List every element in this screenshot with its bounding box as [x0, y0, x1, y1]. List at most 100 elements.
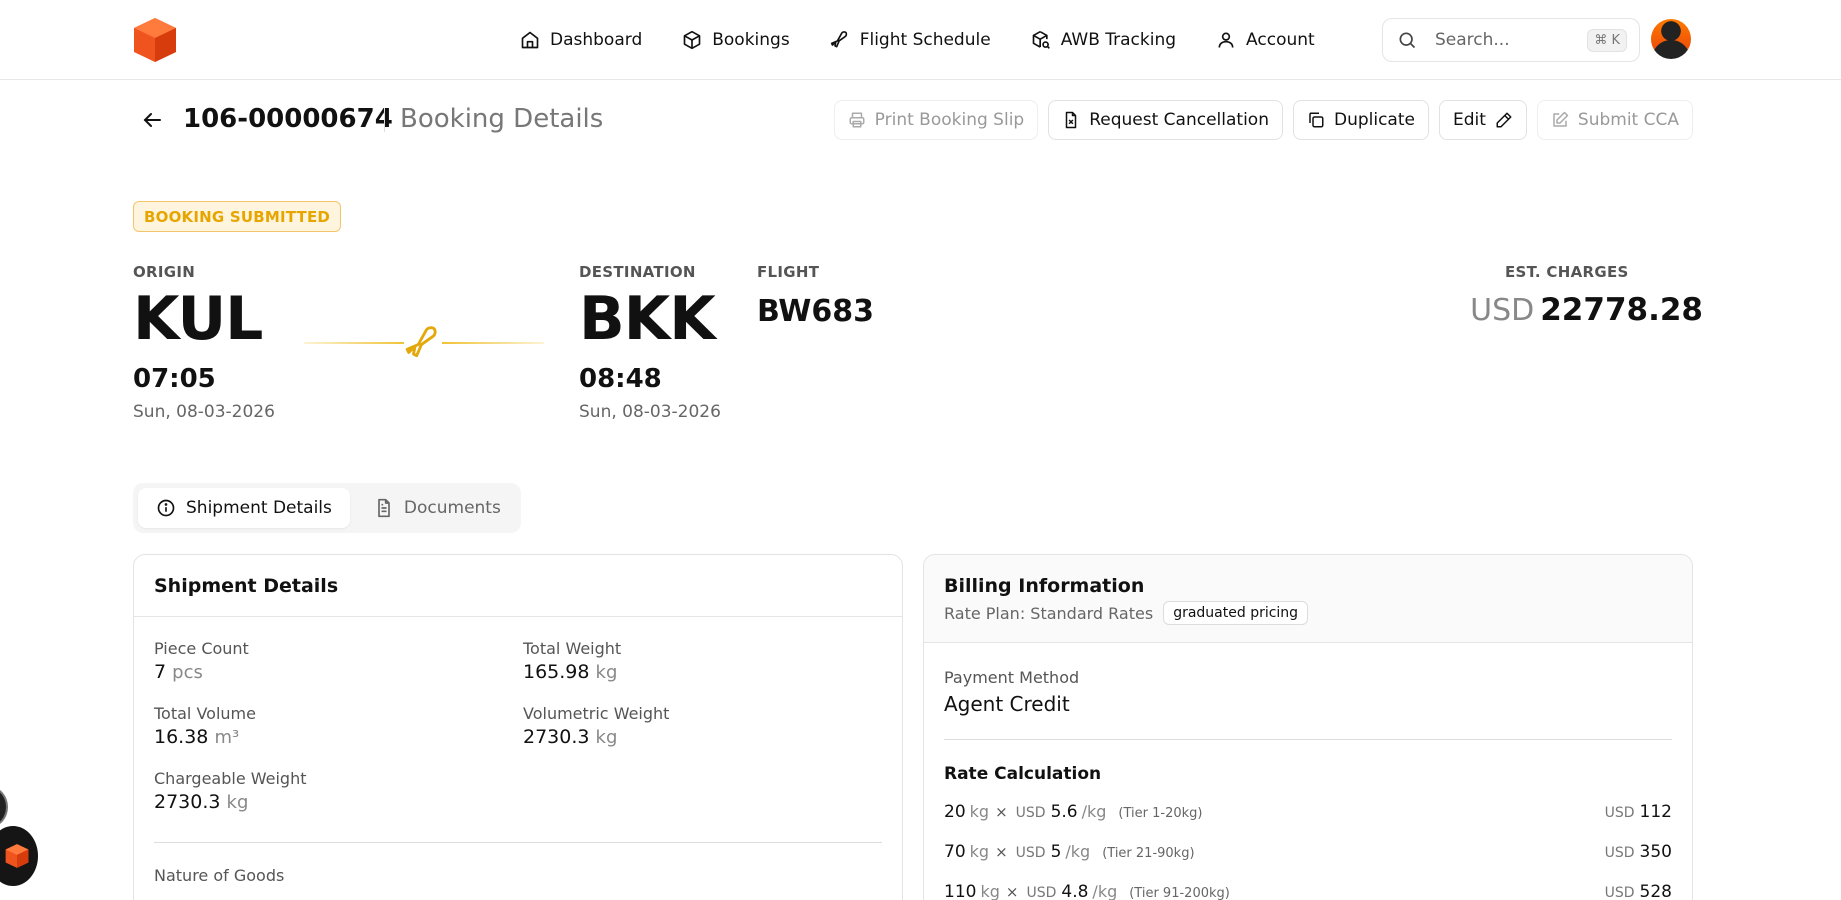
rate-tier: (Tier 91-200kg): [1129, 886, 1230, 900]
origin-date: Sun, 08-03-2026: [133, 402, 275, 422]
chargeable-weight-unit: kg: [226, 792, 249, 813]
nav-account-label: Account: [1246, 30, 1315, 50]
request-cancellation-label: Request Cancellation: [1089, 110, 1269, 130]
rate-tier: (Tier 1-20kg): [1118, 806, 1203, 821]
pencil-icon: [1496, 112, 1512, 128]
print-booking-slip-label: Print Booking Slip: [874, 110, 1025, 130]
rate-calculation-title: Rate Calculation: [944, 764, 1102, 784]
rate-row: 20 kg × USD 5.6 /kg (Tier 1-20kg) USD 112: [944, 802, 1672, 822]
home-icon: [521, 31, 539, 49]
edit-label: Edit: [1452, 110, 1486, 130]
origin-time: 07:05: [133, 364, 216, 394]
est-charges-currency: USD: [1470, 293, 1535, 328]
nav-bookings-label: Bookings: [712, 30, 790, 50]
rate-value: 5: [1050, 842, 1062, 862]
total-weight-field: Total Weight 165.98 kg: [523, 639, 621, 683]
est-charges-amount: 22778.28: [1540, 292, 1703, 328]
nav-dashboard[interactable]: Dashboard: [520, 30, 642, 50]
rate-qty-unit: kg: [980, 882, 1000, 900]
rate-row: 110 kg × USD 4.8 /kg (Tier 91-200kg) USD…: [944, 882, 1672, 900]
flight-label: FLIGHT: [757, 263, 820, 281]
package-search-icon: [1032, 30, 1050, 49]
rate-total-value: 528: [1639, 882, 1672, 900]
rate-qty: 70: [944, 842, 966, 862]
total-weight-value: 165.98: [523, 661, 590, 683]
edit-button[interactable]: Edit: [1438, 100, 1527, 140]
est-charges-label: EST. CHARGES: [1505, 263, 1629, 281]
shipment-divider: [154, 842, 882, 843]
tab-shipment-details-label: Shipment Details: [186, 498, 332, 518]
rate-value: 5.6: [1050, 802, 1078, 822]
destination-label: DESTINATION: [579, 263, 696, 281]
payment-method-label: Payment Method: [944, 668, 1080, 687]
file-x-icon: [1065, 111, 1077, 129]
rate-currency: USD: [1015, 845, 1046, 861]
volumetric-weight-field: Volumetric Weight 2730.3 kg: [523, 704, 669, 748]
search-input[interactable]: [1435, 30, 1575, 50]
brand-logo-icon[interactable]: [132, 16, 178, 64]
user-icon: [1218, 32, 1234, 48]
shipment-card-title: Shipment Details: [154, 574, 339, 597]
rate-qty-unit: kg: [969, 842, 990, 861]
rate-row: 70 kg × USD 5 /kg (Tier 21-90kg) USD 350: [944, 842, 1672, 862]
duplicate-label: Duplicate: [1333, 110, 1415, 130]
page-title: Booking Details: [400, 104, 604, 134]
total-volume-label: Total Volume: [154, 704, 256, 723]
airplane-icon: [404, 324, 442, 362]
volumetric-weight-unit: kg: [595, 727, 618, 748]
duplicate-button[interactable]: Duplicate: [1292, 100, 1429, 140]
rate-total-currency: USD: [1604, 805, 1635, 821]
nav-account[interactable]: Account: [1216, 30, 1315, 50]
rate-qty: 20: [944, 802, 966, 822]
nav-flight-schedule[interactable]: Flight Schedule: [830, 30, 991, 50]
rate-total-currency: USD: [1604, 845, 1635, 861]
printer-icon: [849, 112, 865, 128]
multiply-symbol: ×: [995, 803, 1008, 821]
document-icon: [378, 498, 390, 518]
header-divider: [384, 108, 385, 132]
floating-assistant-button[interactable]: [0, 826, 38, 886]
status-badge: BOOKING SUBMITTED: [133, 201, 342, 232]
header-actions: Print Booking Slip Request Cancellation …: [833, 100, 1693, 140]
volumetric-weight-value: 2730.3: [523, 726, 590, 748]
chargeable-weight-field: Chargeable Weight 2730.3 kg: [154, 769, 307, 813]
submit-cca-button[interactable]: Submit CCA: [1536, 100, 1693, 140]
top-navbar: Dashboard Bookings Flight Schedule AWB T…: [0, 0, 1841, 80]
rate-qty: 110: [944, 882, 977, 900]
rate-currency: USD: [1026, 885, 1057, 900]
edit-square-icon: [1553, 111, 1569, 127]
plane-icon: [830, 31, 847, 48]
billing-divider: [944, 739, 1672, 740]
info-icon: [157, 499, 175, 517]
search-shortcut: ⌘ K: [1587, 28, 1627, 52]
back-arrow-icon[interactable]: [140, 108, 164, 132]
request-cancellation-button[interactable]: Request Cancellation: [1048, 100, 1283, 140]
total-weight-unit: kg: [595, 662, 618, 683]
tab-shipment-details[interactable]: Shipment Details: [138, 488, 350, 528]
search-icon: [1399, 32, 1416, 49]
rate-total-currency: USD: [1604, 885, 1635, 900]
tab-documents[interactable]: Documents: [356, 488, 519, 528]
avatar[interactable]: [1651, 19, 1691, 59]
total-volume-value: 16.38: [154, 726, 209, 748]
chargeable-weight-value: 2730.3: [154, 791, 221, 813]
rate-total-value: 350: [1639, 842, 1672, 862]
rate-total-value: 112: [1639, 802, 1672, 822]
billing-card-title: Billing Information: [944, 575, 1145, 597]
search-box[interactable]: ⌘ K: [1382, 18, 1640, 62]
box-icon: [683, 30, 701, 50]
submit-cca-label: Submit CCA: [1577, 110, 1679, 130]
print-booking-slip-button[interactable]: Print Booking Slip: [833, 100, 1039, 140]
rate-tier: (Tier 21-90kg): [1102, 846, 1195, 861]
brand-cube-icon: [5, 844, 29, 868]
piece-count-value: 7: [154, 661, 167, 683]
nav-awb-tracking[interactable]: AWB Tracking: [1031, 30, 1176, 50]
total-volume-unit: m³: [214, 727, 240, 748]
payment-method-value: Agent Credit: [944, 692, 1070, 716]
rate-per: /kg: [1065, 842, 1091, 861]
floating-toggle-button[interactable]: [0, 787, 8, 827]
billing-card-header: Billing Information Rate Plan: Standard …: [924, 555, 1692, 643]
nav-bookings[interactable]: Bookings: [682, 30, 790, 50]
billing-information-card: Billing Information Rate Plan: Standard …: [923, 554, 1693, 900]
shipment-details-card: Shipment Details Piece Count 7 pcs Total…: [133, 554, 903, 900]
